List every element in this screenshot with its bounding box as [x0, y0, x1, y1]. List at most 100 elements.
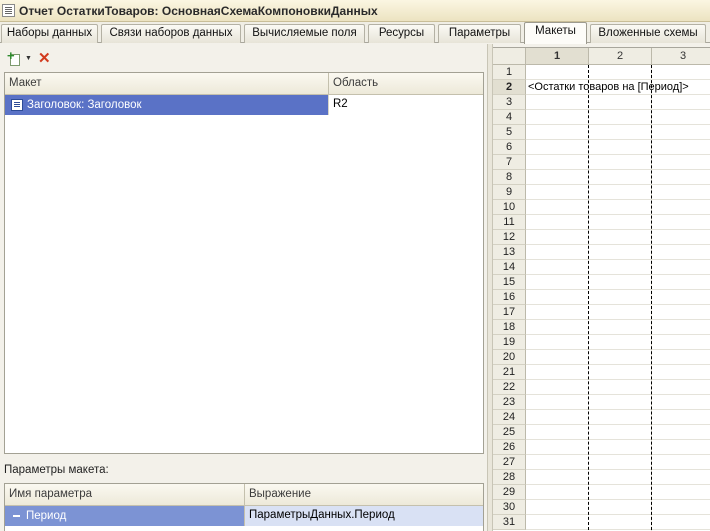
sheet-gridline [526, 199, 710, 200]
tab-calculated-fields[interactable]: Вычисляемые поля [244, 24, 365, 43]
sheet-gridline [526, 289, 710, 290]
sheet-gridline [526, 124, 710, 125]
layouts-table: Макет Область Заголовок: Заголовок R2 [4, 72, 484, 454]
sheet-row-header[interactable]: 22 [493, 380, 526, 395]
sheet-row-header[interactable]: 11 [493, 215, 526, 230]
sheet-gridline [526, 379, 710, 380]
sheet-row-header[interactable]: 8 [493, 170, 526, 185]
sheet-column-header[interactable]: 2 [589, 48, 652, 65]
sheet-column-header[interactable]: 3 [652, 48, 710, 65]
sheet-gridline [526, 274, 710, 275]
sheet-gridline [526, 469, 710, 470]
sheet-gridline [526, 184, 710, 185]
sheet-row-header[interactable]: 14 [493, 260, 526, 275]
tab-datasets[interactable]: Наборы данных [1, 24, 98, 43]
layout-cell[interactable]: Заголовок: Заголовок [5, 95, 328, 115]
sheet-row-header[interactable]: 7 [493, 155, 526, 170]
sheet-gridline [526, 349, 710, 350]
table-row[interactable]: Заголовок: Заголовок R2 [5, 95, 483, 115]
tab-layouts[interactable]: Макеты [524, 22, 587, 44]
sheet-row-header[interactable]: 24 [493, 410, 526, 425]
sheet-row-header[interactable]: 13 [493, 245, 526, 260]
tab-dataset-links[interactable]: Связи наборов данных [101, 24, 241, 43]
layouts-table-header: Макет Область [5, 73, 483, 95]
sheet-row-header[interactable]: 16 [493, 290, 526, 305]
sheet-gridline [526, 154, 710, 155]
column-boundary-dashed [651, 65, 652, 531]
sheet-cell-r2c1[interactable]: <Остатки товаров на [Период]> [528, 81, 689, 93]
sheet-row-header[interactable]: 10 [493, 200, 526, 215]
sheet-row-header[interactable]: 25 [493, 425, 526, 440]
column-header-expression[interactable]: Выражение [244, 484, 483, 505]
sheet-gridline [526, 139, 710, 140]
add-doc-icon[interactable]: + [7, 49, 22, 66]
dropdown-arrow-icon[interactable]: ▼ [25, 55, 32, 62]
sheet-gridline [526, 319, 710, 320]
sheet-row-header[interactable]: 17 [493, 305, 526, 320]
layout-spreadsheet[interactable]: 1 2 3 1 2 3 4 5 6 7 8 9 10 11 12 13 14 15 16 17 18 19 20 21 2… [493, 47, 710, 531]
sheet-gridline [526, 169, 710, 170]
tab-resources[interactable]: Ресурсы [368, 24, 435, 43]
sheet-gridline [526, 439, 710, 440]
tab-nested-schemas[interactable]: Вложенные схемы [590, 24, 706, 43]
layout-doc-icon [11, 99, 23, 111]
sheet-gridline [526, 229, 710, 230]
area-cell[interactable]: R2 [328, 95, 483, 115]
window-title: Отчет ОстаткиТоваров: ОсновнаяСхемаКомпо… [19, 3, 378, 18]
sheet-gridline [526, 334, 710, 335]
tab-strip: Наборы данных Связи наборов данных Вычис… [0, 22, 710, 44]
layout-name: Заголовок: Заголовок [27, 98, 142, 111]
sheet-gridline [526, 244, 710, 245]
sheet-gridline [526, 499, 710, 500]
sheet-gridline [526, 514, 710, 515]
sheet-row-header[interactable]: 27 [493, 455, 526, 470]
sheet-gridline [526, 454, 710, 455]
sheet-gridline [526, 394, 710, 395]
sheet-gridline [526, 109, 710, 110]
sheet-gridline [526, 259, 710, 260]
param-name: Период [26, 509, 67, 522]
title-bar: Отчет ОстаткиТоваров: ОсновнаяСхемаКомпо… [0, 0, 710, 22]
sheet-row-header[interactable]: 19 [493, 335, 526, 350]
param-name-cell[interactable]: Период [5, 506, 244, 526]
delete-x-icon[interactable]: ✕ [38, 51, 51, 66]
param-expression-cell[interactable]: ПараметрыДанных.Период [244, 506, 483, 526]
sheet-gridline [526, 529, 710, 530]
sheet-gridline [526, 214, 710, 215]
sheet-row-header[interactable]: 5 [493, 125, 526, 140]
sheet-row-header[interactable]: 3 [493, 95, 526, 110]
collapse-icon[interactable] [13, 515, 20, 517]
sheet-row-header[interactable]: 28 [493, 470, 526, 485]
column-header-area[interactable]: Область [328, 73, 483, 94]
column-header-param-name[interactable]: Имя параметра [5, 484, 244, 505]
sheet-row-header[interactable]: 26 [493, 440, 526, 455]
sheet-row-header[interactable]: 29 [493, 485, 526, 500]
sheet-row-header[interactable]: 9 [493, 185, 526, 200]
sheet-row-header[interactable]: 20 [493, 350, 526, 365]
sheet-row-header[interactable]: 31 [493, 515, 526, 530]
params-table-header: Имя параметра Выражение [5, 484, 483, 506]
sheet-gridline [526, 79, 710, 80]
sheet-row-header[interactable]: 2 [493, 80, 526, 95]
sheet-row-header[interactable]: 23 [493, 395, 526, 410]
sheet-row-header[interactable]: 12 [493, 230, 526, 245]
sheet-row-header[interactable]: 6 [493, 140, 526, 155]
sheet-gridline [526, 409, 710, 410]
sheet-gridline [526, 424, 710, 425]
sheet-column-header[interactable]: 1 [526, 48, 589, 65]
sheet-gridline [526, 484, 710, 485]
sheet-row-header[interactable]: 30 [493, 500, 526, 515]
sheet-row-header[interactable]: 21 [493, 365, 526, 380]
sheet-row-header[interactable]: 1 [493, 65, 526, 80]
sheet-row-header[interactable]: 18 [493, 320, 526, 335]
report-icon [2, 4, 15, 17]
sheet-row-header[interactable]: 4 [493, 110, 526, 125]
sheet-corner[interactable] [493, 48, 526, 65]
table-row[interactable]: Период ПараметрыДанных.Период [5, 506, 483, 526]
sheet-gridline [526, 364, 710, 365]
tab-parameters[interactable]: Параметры [438, 24, 521, 43]
column-header-layout[interactable]: Макет [5, 73, 328, 94]
sheet-gridline [526, 304, 710, 305]
sheet-gridline [526, 94, 710, 95]
sheet-row-header[interactable]: 15 [493, 275, 526, 290]
